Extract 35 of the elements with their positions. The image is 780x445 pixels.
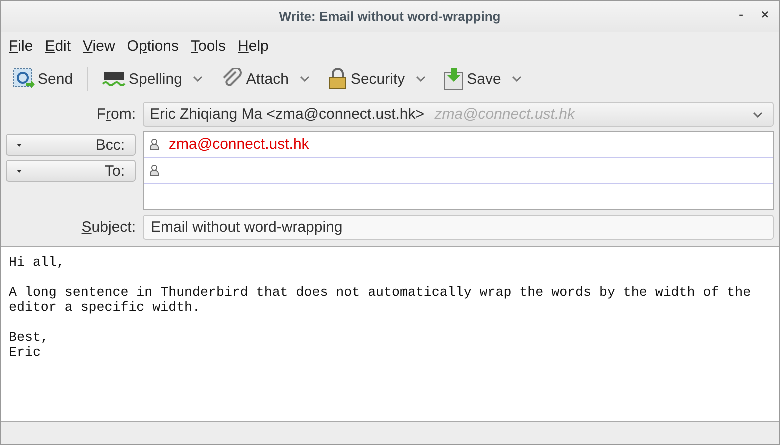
menu-item[interactable]: Edit <box>39 36 78 56</box>
minimize-button[interactable]: - <box>735 7 748 22</box>
spelling-button[interactable]: Spelling <box>96 65 210 93</box>
padlock-icon <box>328 68 348 90</box>
address-field[interactable]: zma@connect.ust.hk <box>169 136 773 153</box>
recipient-type-button[interactable]: To: <box>6 160 136 182</box>
menu-item[interactable]: View <box>77 36 122 56</box>
from-dropdown[interactable]: Eric Zhiqiang Ma <zma@connect.ust.hk> zma@connect.ust.hk <box>143 102 774 127</box>
from-label: From: <box>96 106 136 123</box>
message-body[interactable]: Hi all, A long sentence in Thunderbird that does not automatically wrap the words by the width of the editor a specific width. Best, Eric <box>1 246 779 422</box>
menu-item[interactable]: Options <box>121 36 185 56</box>
save-icon <box>444 67 464 91</box>
security-button[interactable]: Security <box>322 64 432 94</box>
body-text: Eric <box>9 345 41 360</box>
window-title: Write: Email without word-wrapping <box>279 9 501 24</box>
menu-item[interactable]: Tools <box>185 36 232 56</box>
caret-icon <box>17 144 22 146</box>
spellcheck-icon <box>102 69 126 89</box>
send-button[interactable]: Send <box>7 64 80 94</box>
menu-item[interactable]: File <box>3 36 40 56</box>
caret-icon <box>17 170 22 172</box>
recipient-type-button[interactable]: Bcc: <box>6 134 136 156</box>
menu-item[interactable]: Help <box>232 36 275 56</box>
person-icon <box>150 139 159 150</box>
body-text: editor a specific width. <box>9 300 201 315</box>
body-text: Hi all, <box>9 255 65 270</box>
person-icon <box>150 165 159 176</box>
subject-field[interactable]: Email without word-wrapping <box>143 215 774 240</box>
subject-label: Subject: <box>80 219 136 236</box>
body-text: A long sentence in Thunderbird that does not automatically wrap the words by the width of the <box>9 285 752 300</box>
body-text: Best, <box>9 330 49 345</box>
attach-button[interactable]: Attach <box>215 64 316 94</box>
save-button[interactable]: Save <box>438 63 528 95</box>
chevron-down-icon <box>753 112 763 118</box>
close-button[interactable]: × <box>757 7 773 22</box>
